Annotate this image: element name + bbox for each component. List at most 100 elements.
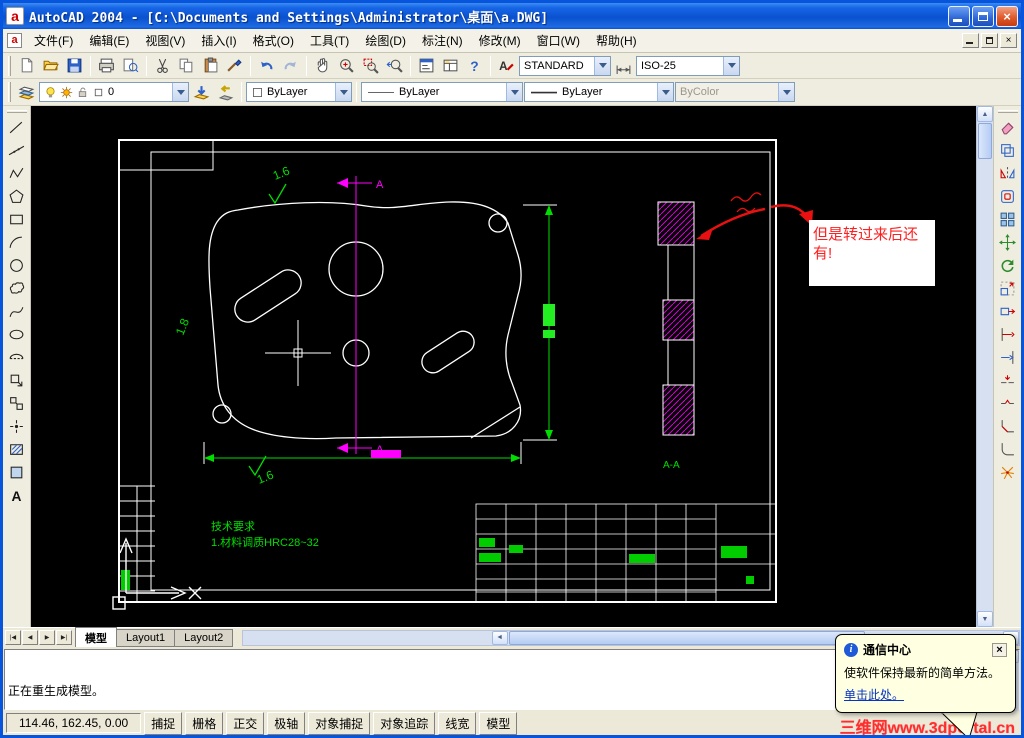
revision-cloud-button[interactable] [5, 277, 29, 300]
mdi-restore-button[interactable] [981, 33, 998, 48]
mirror-button[interactable] [996, 162, 1020, 185]
zoom-previous-button[interactable] [383, 55, 406, 77]
restore-button[interactable] [972, 5, 994, 27]
rotate-button[interactable] [996, 254, 1020, 277]
otrack-toggle[interactable]: 对象追踪 [373, 711, 436, 735]
tab-last-button[interactable]: ▶| [56, 630, 72, 645]
hatch-button[interactable] [5, 438, 29, 461]
polar-toggle[interactable]: 极轴 [267, 711, 306, 735]
extend-button[interactable] [996, 346, 1020, 369]
tab-model[interactable]: 模型 [75, 626, 117, 649]
copy-object-button[interactable] [996, 139, 1020, 162]
plot-button[interactable] [95, 55, 118, 77]
grid-toggle[interactable]: 栅格 [185, 711, 224, 735]
balloon-close-button[interactable]: × [992, 642, 1007, 657]
tab-layout2[interactable]: Layout2 [174, 628, 234, 647]
chevron-down-icon[interactable] [506, 83, 522, 101]
insert-block-button[interactable] [5, 369, 29, 392]
toolbar-grip[interactable] [8, 82, 11, 102]
menu-draw[interactable]: 绘图(D) [357, 29, 414, 52]
region-button[interactable] [5, 461, 29, 484]
drawing-canvas[interactable]: A A [31, 106, 976, 627]
erase-button[interactable] [996, 116, 1020, 139]
vertical-scroll-thumb[interactable] [978, 123, 992, 159]
menu-view[interactable]: 视图(V) [137, 29, 193, 52]
tab-next-button[interactable]: ▶ [39, 630, 55, 645]
close-button[interactable]: × [996, 5, 1018, 27]
scale-button[interactable] [996, 277, 1020, 300]
tab-first-button[interactable]: |◀ [5, 630, 21, 645]
array-button[interactable] [996, 208, 1020, 231]
minimize-button[interactable] [948, 5, 970, 27]
designcenter-button[interactable] [439, 55, 462, 77]
color-combo[interactable]: ByLayer [246, 82, 352, 102]
scroll-up-button[interactable]: ▲ [977, 106, 993, 122]
menu-file[interactable]: 文件(F) [26, 29, 81, 52]
toolbar-grip[interactable] [997, 110, 1018, 113]
menu-edit[interactable]: 编辑(E) [81, 29, 137, 52]
chevron-down-icon[interactable] [657, 83, 673, 101]
undo-button[interactable] [255, 55, 278, 77]
plot-preview-button[interactable] [119, 55, 142, 77]
break-button[interactable] [996, 392, 1020, 415]
copy-button[interactable] [175, 55, 198, 77]
osnap-toggle[interactable]: 对象捕捉 [308, 711, 371, 735]
horizontal-scroll-thumb[interactable] [508, 630, 866, 645]
break-at-point-button[interactable] [996, 369, 1020, 392]
mdi-minimize-button[interactable] [962, 33, 979, 48]
dim-style-button[interactable] [612, 55, 635, 77]
lineweight-toggle[interactable]: 线宽 [438, 711, 477, 735]
explode-button[interactable] [996, 461, 1020, 484]
point-button[interactable] [5, 415, 29, 438]
balloon-link[interactable]: 单击此处。 [844, 686, 904, 703]
stretch-button[interactable] [996, 300, 1020, 323]
snap-toggle[interactable]: 捕捉 [144, 711, 183, 735]
polyline-button[interactable] [5, 162, 29, 185]
menu-insert[interactable]: 插入(I) [193, 29, 244, 52]
chevron-down-icon[interactable] [723, 56, 739, 75]
menu-window[interactable]: 窗口(W) [529, 29, 588, 52]
make-layer-current-button[interactable] [190, 81, 213, 103]
circle-button[interactable] [5, 254, 29, 277]
scroll-left-button[interactable]: ◄ [491, 630, 508, 645]
cut-button[interactable] [151, 55, 174, 77]
match-properties-button[interactable] [223, 55, 246, 77]
chevron-down-icon[interactable] [335, 83, 351, 101]
paste-button[interactable] [199, 55, 222, 77]
pan-realtime-button[interactable] [311, 55, 334, 77]
construction-line-button[interactable] [5, 139, 29, 162]
menu-dimension[interactable]: 标注(N) [414, 29, 471, 52]
menu-modify[interactable]: 修改(M) [471, 29, 529, 52]
properties-button[interactable] [415, 55, 438, 77]
layer-combo[interactable]: 0 [39, 82, 189, 102]
save-button[interactable] [63, 55, 86, 77]
lineweight-combo[interactable]: ByLayer [524, 82, 674, 102]
vertical-scrollbar[interactable]: ▲ ▼ [976, 106, 993, 627]
model-toggle[interactable]: 模型 [479, 711, 518, 735]
redo-button[interactable] [279, 55, 302, 77]
spline-button[interactable] [5, 300, 29, 323]
chamfer-button[interactable] [996, 415, 1020, 438]
ellipse-button[interactable] [5, 323, 29, 346]
text-style-combo[interactable]: STANDARD [519, 55, 611, 76]
linetype-combo[interactable]: ByLayer [361, 82, 523, 102]
trim-button[interactable] [996, 323, 1020, 346]
polygon-button[interactable] [5, 185, 29, 208]
move-button[interactable] [996, 231, 1020, 254]
ellipse-arc-button[interactable] [5, 346, 29, 369]
chevron-down-icon[interactable] [172, 83, 188, 101]
tab-layout1[interactable]: Layout1 [116, 628, 176, 647]
horizontal-scroll-track[interactable] [243, 631, 491, 645]
toolbar-grip[interactable] [6, 110, 27, 113]
text-style-button[interactable]: A [495, 55, 518, 77]
zoom-window-button[interactable] [359, 55, 382, 77]
fillet-button[interactable] [996, 438, 1020, 461]
layer-previous-button[interactable] [214, 81, 237, 103]
zoom-realtime-button[interactable] [335, 55, 358, 77]
menu-tools[interactable]: 工具(T) [302, 29, 357, 52]
vertical-scroll-track[interactable] [977, 160, 993, 611]
line-button[interactable] [5, 116, 29, 139]
rectangle-button[interactable] [5, 208, 29, 231]
make-block-button[interactable] [5, 392, 29, 415]
new-button[interactable] [15, 55, 38, 77]
